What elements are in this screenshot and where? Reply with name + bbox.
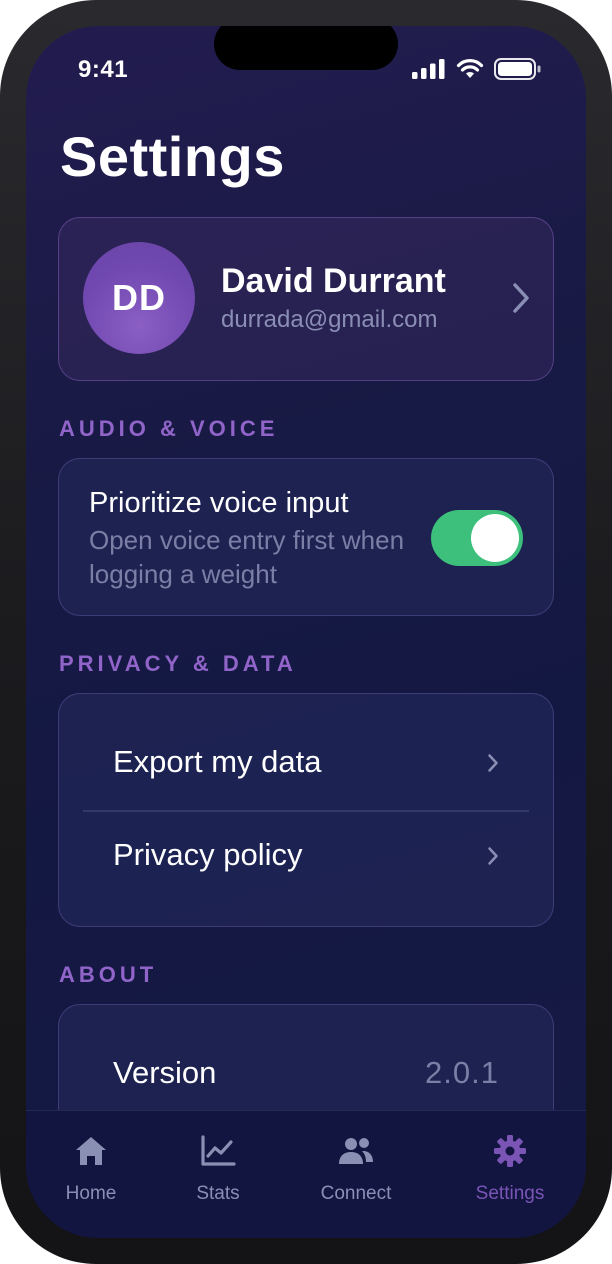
export-data-row[interactable]: Export my data — [83, 718, 529, 810]
section-label-about: ABOUT — [59, 962, 158, 987]
signal-icon — [412, 59, 445, 79]
screen: 9:41 Settings DD David Durrant durrada@g… — [26, 26, 586, 1238]
privacy-policy-row[interactable]: Privacy policy — [83, 811, 529, 903]
tab-connect[interactable]: Connect — [306, 1111, 406, 1238]
wifi-icon — [456, 59, 484, 78]
chevron-right-icon — [488, 847, 498, 865]
tab-bar: Home Stats Connect Settings — [26, 1110, 586, 1238]
toggle-knob — [471, 514, 519, 562]
version-row: Version 2.0.1 — [83, 1029, 529, 1121]
chart-icon — [201, 1135, 236, 1166]
dynamic-island — [214, 26, 398, 70]
version-value: 2.0.1 — [425, 1055, 499, 1090]
voice-input-title: Prioritize voice input — [89, 487, 349, 519]
section-label-privacy-data: PRIVACY & DATA — [59, 651, 297, 676]
chevron-right-icon — [513, 283, 529, 313]
tab-label-connect: Connect — [320, 1183, 392, 1204]
tab-label-home: Home — [65, 1183, 117, 1204]
version-label: Version — [113, 1055, 217, 1090]
tab-label-stats: Stats — [196, 1183, 240, 1204]
page-title: Settings — [60, 125, 285, 188]
voice-input-subtitle: Open voice entry first when logging a we… — [89, 525, 405, 589]
privacy-policy-label: Privacy policy — [113, 837, 303, 872]
battery-icon — [494, 58, 541, 80]
tab-stats[interactable]: Stats — [175, 1111, 261, 1238]
tab-settings[interactable]: Settings — [462, 1111, 558, 1238]
status-time: 9:41 — [78, 56, 129, 83]
section-label-audio-voice: AUDIO & VOICE — [59, 416, 279, 441]
privacy-card: Export my data Privacy policy — [58, 693, 554, 927]
profile-name: David Durrant — [221, 262, 446, 300]
profile-email: durrada@gmail.com — [221, 306, 438, 333]
home-icon — [76, 1137, 106, 1165]
tab-label-settings: Settings — [475, 1183, 545, 1204]
people-icon — [339, 1138, 373, 1164]
export-data-label: Export my data — [113, 744, 322, 779]
status-icons — [412, 58, 542, 80]
phone-frame: 9:41 Settings DD David Durrant durrada@g… — [0, 0, 612, 1264]
gear-icon — [494, 1135, 526, 1167]
voice-input-card: Prioritize voice input Open voice entry … — [58, 458, 554, 616]
avatar: DD — [83, 242, 195, 354]
tab-home[interactable]: Home — [48, 1111, 134, 1238]
profile-card[interactable]: DD David Durrant durrada@gmail.com — [58, 217, 554, 381]
chevron-right-icon — [488, 754, 498, 772]
voice-input-toggle[interactable] — [431, 510, 523, 566]
